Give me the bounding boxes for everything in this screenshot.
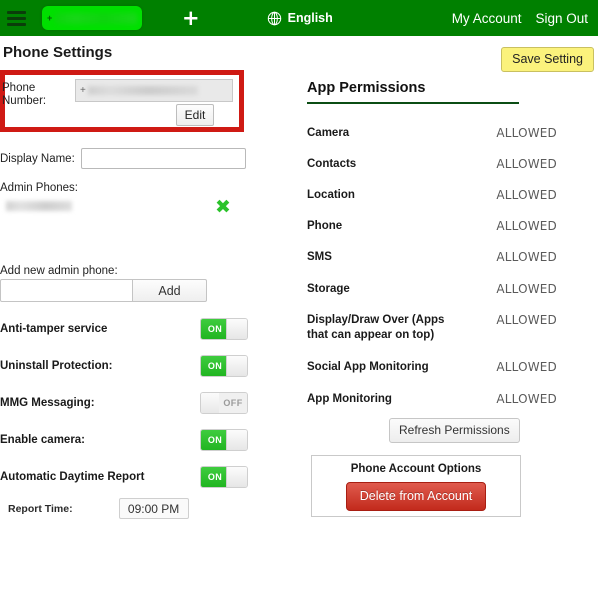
permission-row-camera: Camera ALLOWED bbox=[307, 126, 557, 141]
hamburger-menu-icon[interactable] bbox=[7, 10, 26, 26]
add-admin-phone-button[interactable]: Add bbox=[132, 279, 207, 302]
phone-number-highlight-box: Phone Number: + Edit bbox=[0, 70, 244, 132]
toggle-switch-mmg-messaging[interactable]: OFF bbox=[200, 392, 248, 414]
delete-from-account-button[interactable]: Delete from Account bbox=[345, 482, 487, 511]
active-phone-pill[interactable]: + bbox=[42, 6, 142, 30]
toggle-label: Enable camera: bbox=[0, 434, 86, 446]
hamburger-bar bbox=[7, 22, 26, 26]
toggle-row-automatic-daytime-report: Automatic Daytime Report ON bbox=[0, 466, 248, 488]
display-name-input[interactable] bbox=[80, 148, 246, 169]
permission-status: ALLOWED bbox=[496, 282, 557, 296]
top-navbar: + + English My Account Sign Out bbox=[0, 0, 598, 36]
permission-row-phone: Phone ALLOWED bbox=[307, 219, 557, 234]
phone-account-options-box: Phone Account Options Delete from Accoun… bbox=[311, 455, 521, 517]
permission-name: App Monitoring bbox=[307, 393, 392, 405]
permission-name: Phone bbox=[307, 220, 343, 232]
report-time-label: Report Time: bbox=[8, 502, 73, 515]
add-admin-phone-row: Add bbox=[0, 279, 207, 302]
toggle-on-text: ON bbox=[201, 467, 229, 487]
toggle-knob bbox=[226, 430, 247, 450]
permission-row-app-monitoring: App Monitoring ALLOWED bbox=[307, 392, 557, 407]
permission-status: ALLOWED bbox=[496, 313, 557, 327]
toggle-knob bbox=[226, 356, 247, 376]
toggle-on-text: ON bbox=[201, 356, 229, 376]
toggle-row-mmg-messaging: MMG Messaging: OFF bbox=[0, 392, 248, 414]
permission-name: Display/Draw Over (Apps that can appear … bbox=[307, 314, 445, 341]
phone-number-label: Phone Number: bbox=[2, 82, 47, 107]
sign-out-link[interactable]: Sign Out bbox=[535, 11, 588, 26]
permission-name: Camera bbox=[307, 127, 350, 139]
toggle-switch-uninstall-protection[interactable]: ON bbox=[200, 355, 248, 377]
permission-status: ALLOWED bbox=[496, 392, 557, 406]
add-phone-button[interactable]: + bbox=[182, 7, 200, 29]
admin-phone-redacted-value bbox=[6, 201, 72, 211]
green-x-icon[interactable]: ✖ bbox=[215, 198, 231, 217]
permission-row-storage: Storage ALLOWED bbox=[307, 282, 557, 297]
toggle-label: Automatic Daytime Report bbox=[0, 471, 145, 483]
display-name-row: Display Name: bbox=[0, 148, 246, 169]
permission-row-contacts: Contacts ALLOWED bbox=[307, 157, 557, 172]
phone-pill-prefix: + bbox=[47, 12, 53, 23]
permission-status: ALLOWED bbox=[496, 360, 557, 374]
toggle-row-enable-camera: Enable camera: ON bbox=[0, 429, 248, 451]
phone-pill-redacted-number bbox=[55, 12, 137, 24]
permission-row-display-draw-over: Display/Draw Over (Apps that can appear … bbox=[307, 313, 557, 343]
phone-account-options-title: Phone Account Options bbox=[350, 463, 482, 475]
permission-name: Social App Monitoring bbox=[307, 361, 429, 373]
permission-name: Storage bbox=[307, 283, 350, 295]
toggle-on-text: ON bbox=[201, 319, 229, 339]
toggle-label: Uninstall Protection: bbox=[0, 360, 113, 372]
permission-name: SMS bbox=[307, 251, 332, 263]
report-time-row: Report Time: 09:00 PM bbox=[0, 498, 210, 519]
permission-name: Location bbox=[307, 189, 355, 201]
app-permissions-title: App Permissions bbox=[307, 80, 426, 96]
toggle-switch-automatic-daytime-report[interactable]: ON bbox=[200, 466, 248, 488]
admin-phones-label: Admin Phones: bbox=[0, 182, 78, 194]
hamburger-bar bbox=[7, 16, 26, 20]
toggle-label: Anti-tamper service bbox=[0, 323, 108, 335]
report-time-value[interactable]: 09:00 PM bbox=[118, 498, 189, 519]
language-selector[interactable]: English bbox=[267, 11, 333, 26]
refresh-permissions-button[interactable]: Refresh Permissions bbox=[389, 418, 520, 443]
phone-number-value[interactable]: + bbox=[75, 79, 233, 102]
permission-name: Contacts bbox=[307, 158, 357, 170]
toggle-row-anti-tamper-service: Anti-tamper service ON bbox=[0, 318, 248, 340]
language-label: English bbox=[287, 11, 333, 25]
hamburger-bar bbox=[7, 10, 26, 14]
toggle-label: MMG Messaging: bbox=[0, 397, 95, 409]
permission-row-sms: SMS ALLOWED bbox=[307, 250, 557, 265]
permission-status: ALLOWED bbox=[496, 219, 557, 233]
phone-number-prefix: + bbox=[80, 85, 86, 96]
permission-status: ALLOWED bbox=[496, 126, 557, 140]
phone-number-redacted bbox=[87, 86, 198, 95]
my-account-link[interactable]: My Account bbox=[452, 11, 522, 26]
permission-status: ALLOWED bbox=[496, 157, 557, 171]
toggle-on-text: ON bbox=[201, 430, 229, 450]
save-setting-button[interactable]: Save Setting bbox=[501, 47, 594, 72]
navbar-right-links: My Account Sign Out bbox=[452, 11, 588, 26]
toggle-knob bbox=[226, 467, 247, 487]
permission-status: ALLOWED bbox=[496, 188, 557, 202]
toggle-row-uninstall-protection: Uninstall Protection: ON bbox=[0, 355, 248, 377]
add-admin-phone-input[interactable] bbox=[0, 279, 133, 302]
permission-row-location: Location ALLOWED bbox=[307, 188, 557, 203]
add-admin-phone-label: Add new admin phone: bbox=[0, 265, 118, 277]
page-title: Phone Settings bbox=[3, 44, 113, 61]
toggle-off-text: OFF bbox=[219, 393, 247, 413]
permission-row-social-app-monitoring: Social App Monitoring ALLOWED bbox=[307, 360, 557, 375]
toggle-switch-enable-camera[interactable]: ON bbox=[200, 429, 248, 451]
edit-phone-button[interactable]: Edit bbox=[176, 104, 214, 126]
app-permissions-divider bbox=[307, 102, 519, 104]
permission-status: ALLOWED bbox=[496, 250, 557, 264]
toggle-knob bbox=[226, 319, 247, 339]
globe-icon bbox=[267, 11, 282, 26]
display-name-label: Display Name: bbox=[0, 152, 75, 165]
toggle-switch-anti-tamper-service[interactable]: ON bbox=[200, 318, 248, 340]
app-permissions-panel: App Permissions Camera ALLOWED Contacts … bbox=[307, 80, 592, 517]
